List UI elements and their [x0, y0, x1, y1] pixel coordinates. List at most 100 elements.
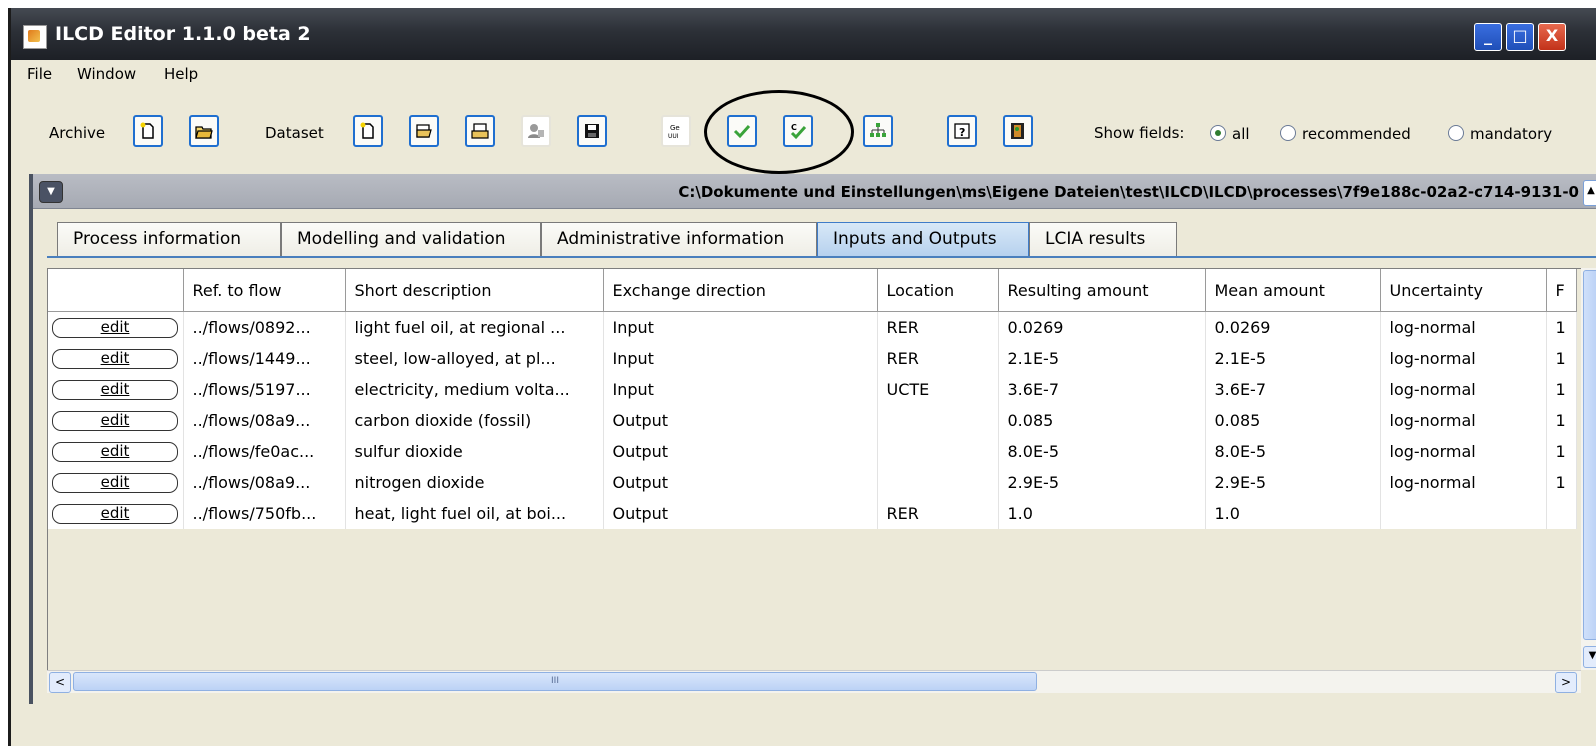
cell-mean-amount[interactable]: 2.9E-5 [1205, 467, 1381, 498]
scroll-right-icon[interactable]: > [1555, 672, 1577, 693]
cell-truncated[interactable]: 1 [1546, 405, 1577, 436]
cell-truncated[interactable]: 1 [1546, 374, 1577, 405]
generate-uuid-button[interactable]: Ge UUI [661, 115, 691, 147]
frame-menu-icon[interactable]: ▼ [39, 181, 63, 203]
radio-mandatory[interactable] [1448, 125, 1464, 141]
cell-location[interactable]: UCTE [877, 374, 999, 405]
check-compliance-button[interactable]: C [783, 115, 813, 147]
menu-file[interactable]: File [27, 65, 52, 83]
cell-truncated[interactable]: 1 [1546, 436, 1577, 467]
vertical-scrollbar[interactable]: ▼ [1581, 268, 1596, 670]
menu-window[interactable]: Window [77, 65, 136, 83]
cell-short-description[interactable]: steel, low-alloyed, at pl... [345, 343, 604, 374]
exit-button[interactable] [1003, 115, 1033, 147]
cell-truncated[interactable]: 1 [1546, 311, 1577, 343]
title-bar[interactable]: ILCD Editor 1.1.0 beta 2 _ □ X [11, 8, 1596, 60]
cell-ref-to-flow[interactable]: ../flows/0892... [183, 311, 346, 343]
close-button[interactable]: X [1538, 23, 1566, 51]
cell-exchange-direction[interactable]: Input [603, 374, 878, 405]
cell-location[interactable] [877, 436, 999, 467]
table-row[interactable]: edit ../flows/750fb... heat, light fuel oi… [48, 498, 1577, 529]
cell-short-description[interactable]: heat, light fuel oil, at boi... [345, 498, 604, 529]
tab-modelling-and-validation[interactable]: Modelling and validation [281, 222, 541, 256]
edit-button[interactable]: edit [52, 379, 178, 400]
cell-ref-to-flow[interactable]: ../flows/fe0ac... [183, 436, 346, 467]
scroll-left-icon[interactable]: < [49, 672, 71, 693]
cell-short-description[interactable]: electricity, medium volta... [345, 374, 604, 405]
edit-button[interactable]: edit [52, 441, 178, 462]
cell-location[interactable] [877, 467, 999, 498]
column-header-exchange-direction[interactable]: Exchange direction [603, 269, 878, 312]
cell-location[interactable]: RER [877, 311, 999, 343]
cell-mean-amount[interactable]: 0.085 [1205, 405, 1381, 436]
cell-truncated[interactable] [1546, 498, 1577, 529]
cell-uncertainty[interactable]: log-normal [1380, 374, 1547, 405]
cell-exchange-direction[interactable]: Output [603, 467, 878, 498]
cell-resulting-amount[interactable]: 0.085 [998, 405, 1206, 436]
cell-mean-amount[interactable]: 1.0 [1205, 498, 1381, 529]
column-header-mean-amount[interactable]: Mean amount [1205, 269, 1381, 312]
radio-mandatory-label[interactable]: mandatory [1470, 125, 1552, 143]
column-header-location[interactable]: Location [877, 269, 999, 312]
new-dataset-button[interactable] [353, 115, 383, 147]
edit-button[interactable]: edit [52, 472, 178, 493]
validate-button[interactable] [727, 115, 757, 147]
tab-lcia-results[interactable]: LCIA results [1029, 222, 1177, 256]
tab-inputs-and-outputs[interactable]: Inputs and Outputs [817, 222, 1029, 256]
scroll-down-icon[interactable]: ▼ [1583, 646, 1596, 668]
help-button[interactable]: ? [947, 115, 977, 147]
save-button[interactable] [577, 115, 607, 147]
edit-button[interactable]: edit [52, 410, 178, 431]
radio-all[interactable] [1210, 125, 1226, 141]
cell-ref-to-flow[interactable]: ../flows/1449... [183, 343, 346, 374]
cell-exchange-direction[interactable]: Output [603, 498, 878, 529]
open-archive-button[interactable] [189, 115, 219, 147]
cell-uncertainty[interactable]: log-normal [1380, 436, 1547, 467]
table-row[interactable]: edit ../flows/fe0ac... sulfur dioxide Outpu… [48, 436, 1577, 467]
edit-button[interactable]: edit [52, 317, 178, 338]
minimize-button[interactable]: _ [1474, 23, 1502, 51]
cell-short-description[interactable]: nitrogen dioxide [345, 467, 604, 498]
cell-location[interactable]: RER [877, 343, 999, 374]
cell-mean-amount[interactable]: 3.6E-7 [1205, 374, 1381, 405]
cell-truncated[interactable]: 1 [1546, 343, 1577, 374]
hierarchy-button[interactable] [863, 115, 893, 147]
table-row[interactable]: edit ../flows/08a9... carbon dioxide (foss… [48, 405, 1577, 436]
cell-mean-amount[interactable]: 2.1E-5 [1205, 343, 1381, 374]
cell-short-description[interactable]: sulfur dioxide [345, 436, 604, 467]
cell-ref-to-flow[interactable]: ../flows/08a9... [183, 467, 346, 498]
scroll-up-icon[interactable]: ▲ [1583, 180, 1596, 206]
cell-ref-to-flow[interactable]: ../flows/5197... [183, 374, 346, 405]
column-header-truncated[interactable]: F [1546, 269, 1577, 312]
cell-mean-amount[interactable]: 8.0E-5 [1205, 436, 1381, 467]
cell-location[interactable]: RER [877, 498, 999, 529]
column-header-short-description[interactable]: Short description [345, 269, 604, 312]
radio-recommended-label[interactable]: recommended [1302, 125, 1411, 143]
cell-uncertainty[interactable] [1380, 498, 1547, 529]
cell-resulting-amount[interactable]: 8.0E-5 [998, 436, 1206, 467]
cell-resulting-amount[interactable]: 0.0269 [998, 311, 1206, 343]
cell-resulting-amount[interactable]: 2.1E-5 [998, 343, 1206, 374]
menu-help[interactable]: Help [164, 65, 198, 83]
table-row[interactable]: edit ../flows/0892... light fuel oil, at r… [48, 311, 1577, 343]
cell-uncertainty[interactable]: log-normal [1380, 467, 1547, 498]
cell-location[interactable] [877, 405, 999, 436]
cell-resulting-amount[interactable]: 2.9E-5 [998, 467, 1206, 498]
column-header-resulting-amount[interactable]: Resulting amount [998, 269, 1206, 312]
cell-resulting-amount[interactable]: 3.6E-7 [998, 374, 1206, 405]
cell-mean-amount[interactable]: 0.0269 [1205, 311, 1381, 343]
cell-resulting-amount[interactable]: 1.0 [998, 498, 1206, 529]
table-row[interactable]: edit ../flows/5197... electricity, medium … [48, 374, 1577, 405]
radio-recommended[interactable] [1280, 125, 1296, 141]
user-button[interactable] [521, 115, 551, 147]
open-dataset-button[interactable] [409, 115, 439, 147]
cell-ref-to-flow[interactable]: ../flows/08a9... [183, 405, 346, 436]
radio-all-label[interactable]: all [1232, 125, 1250, 143]
cell-truncated[interactable]: 1 [1546, 467, 1577, 498]
column-header-edit[interactable] [48, 269, 184, 312]
cell-uncertainty[interactable]: log-normal [1380, 311, 1547, 343]
cell-exchange-direction[interactable]: Input [603, 343, 878, 374]
column-header-uncertainty[interactable]: Uncertainty [1380, 269, 1547, 312]
import-dataset-button[interactable] [465, 115, 495, 147]
table-row[interactable]: edit ../flows/08a9... nitrogen dioxide Outp… [48, 467, 1577, 498]
